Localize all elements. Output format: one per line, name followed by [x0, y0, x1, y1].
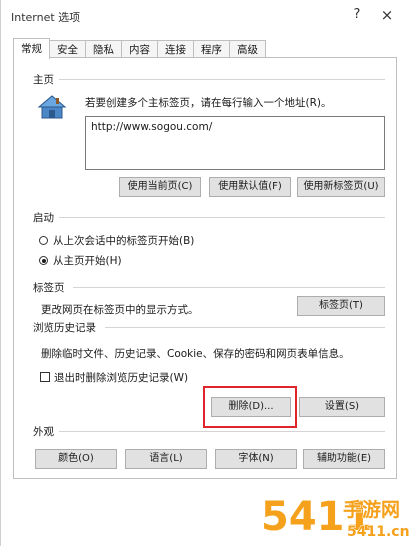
watermark-site-name: 手游网 [343, 498, 400, 521]
startup-last-session-label[interactable]: 从上次会话中的标签页开始(B) [53, 233, 194, 248]
appearance-group-label: 外观 [33, 426, 54, 438]
help-button[interactable]: ? [347, 6, 367, 24]
tabs-group-label: 标签页 [33, 282, 65, 294]
homepage-group-label: 主页 [33, 74, 54, 86]
homepage-description: 若要创建多个主标签页，请在每行输入一个地址(R)。 [85, 97, 332, 109]
home-icon [38, 95, 66, 119]
history-settings-button[interactable]: 设置(S) [299, 397, 385, 417]
site-watermark: 5411 手游网 5411.cn [260, 493, 409, 541]
internet-options-dialog: Internet 选项 ? × 常规 安全 隐私 内容 连接 程序 高级 主页 … [0, 0, 410, 546]
languages-button[interactable]: 语言(L) [125, 449, 207, 469]
tabs-group-divider [73, 287, 385, 288]
homepage-url-textarea[interactable]: http://www.sogou.com/ [85, 116, 385, 170]
title-bar: Internet 选项 ? × [1, 0, 410, 32]
use-default-button[interactable]: 使用默认值(F) [209, 177, 291, 197]
startup-homepage-label[interactable]: 从主页开始(H) [53, 253, 122, 268]
delete-on-exit-label[interactable]: 退出时删除浏览历史记录(W) [54, 370, 188, 385]
startup-group-divider [59, 217, 385, 218]
use-new-tab-button[interactable]: 使用新标签页(U) [297, 177, 385, 197]
fonts-button[interactable]: 字体(N) [215, 449, 297, 469]
close-button[interactable]: × [377, 6, 397, 24]
watermark-domain: 5411.cn [347, 524, 409, 540]
startup-group-label: 启动 [33, 212, 54, 224]
delete-history-button[interactable]: 删除(D)... [211, 397, 291, 417]
colors-button[interactable]: 颜色(O) [35, 449, 117, 469]
homepage-group-divider [59, 79, 385, 80]
appearance-group-divider [59, 431, 385, 432]
startup-last-session-radio[interactable] [39, 236, 48, 245]
tab-general[interactable]: 常规 [13, 38, 50, 59]
history-group-divider [105, 327, 385, 328]
tab-strip: 常规 安全 隐私 内容 连接 程序 高级 [13, 38, 266, 59]
tabs-settings-button[interactable]: 标签页(T) [297, 296, 385, 316]
history-group-label: 浏览历史记录 [33, 322, 96, 334]
window-title: Internet 选项 [11, 11, 81, 24]
accessibility-button[interactable]: 辅助功能(E) [303, 449, 385, 469]
startup-homepage-radio[interactable] [39, 256, 48, 265]
tabs-description: 更改网页在标签页中的显示方式。 [41, 304, 199, 316]
use-current-page-button[interactable]: 使用当前页(C) [119, 177, 201, 197]
history-description: 删除临时文件、历史记录、Cookie、保存的密码和网页表单信息。 [41, 348, 350, 360]
delete-on-exit-checkbox[interactable] [40, 372, 50, 382]
